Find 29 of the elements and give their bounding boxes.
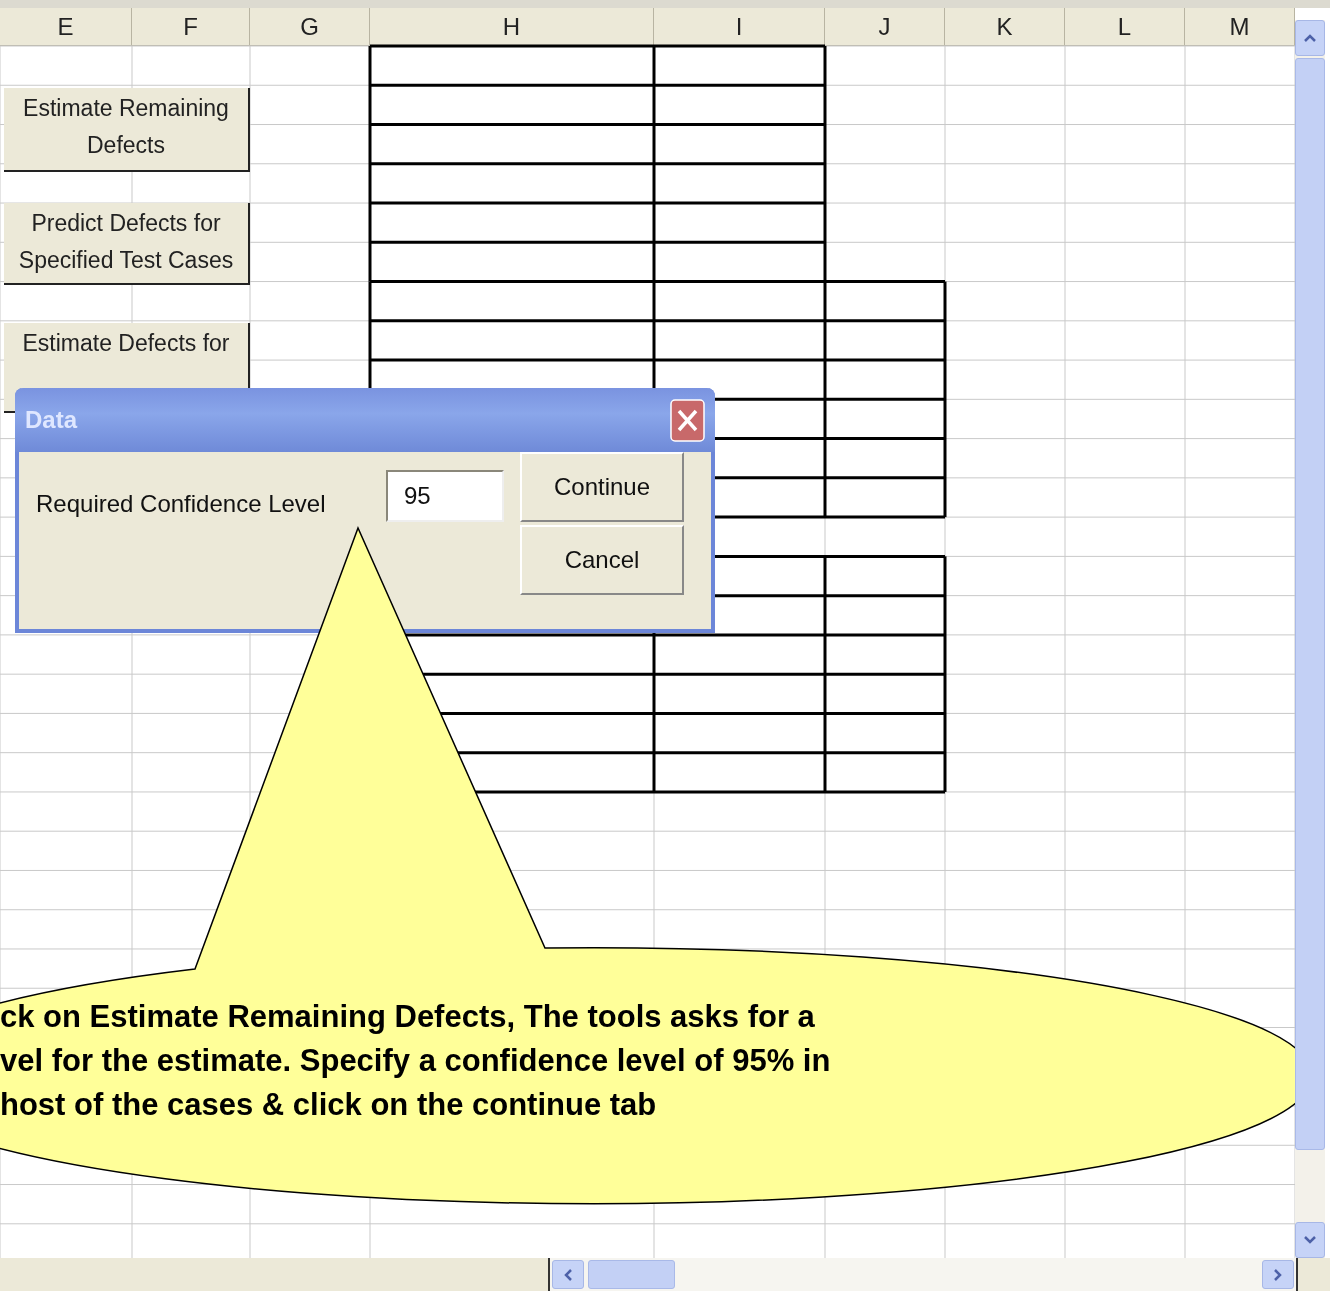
callout-text: ck on Estimate Remaining Defects, The tools asks for a [0, 998, 816, 1036]
caret-down-icon [1303, 1235, 1317, 1245]
scroll-right-button[interactable] [1262, 1260, 1294, 1289]
scrollbar-thumb[interactable] [1295, 58, 1325, 1150]
caret-right-icon [1273, 1267, 1283, 1282]
caret-up-icon [1303, 33, 1317, 43]
callout-text: host of the cases & click on the continue tab [0, 1086, 658, 1124]
macro-button[interactable]: Predict Defects for Specified Test Cases [4, 203, 250, 285]
column-header[interactable]: E [0, 8, 132, 46]
column-header[interactable]: J [825, 8, 945, 46]
macro-button[interactable]: Estimate Remaining Defects [4, 88, 250, 172]
column-header[interactable]: F [132, 8, 250, 46]
scroll-down-button[interactable] [1295, 1222, 1325, 1258]
column-header[interactable]: M [1185, 8, 1295, 46]
caret-left-icon [563, 1267, 573, 1282]
confidence-input[interactable]: 95 [386, 470, 504, 522]
column-header[interactable]: L [1065, 8, 1185, 46]
scrollbar-thumb[interactable] [588, 1260, 675, 1289]
column-header[interactable]: K [945, 8, 1065, 46]
scroll-left-button[interactable] [552, 1260, 584, 1289]
dialog-button[interactable]: Cancel [520, 525, 684, 595]
callout-text: vel for the estimate. Specify a confidence level of 95% in [0, 1042, 831, 1080]
column-header[interactable]: I [654, 8, 825, 46]
column-header[interactable]: H [370, 8, 654, 46]
close-icon[interactable] [670, 398, 705, 442]
scroll-up-button[interactable] [1295, 20, 1325, 56]
column-header[interactable]: G [250, 8, 370, 46]
field-label: Required Confidence Level [36, 490, 326, 518]
dialog-button[interactable]: Continue [520, 452, 684, 522]
